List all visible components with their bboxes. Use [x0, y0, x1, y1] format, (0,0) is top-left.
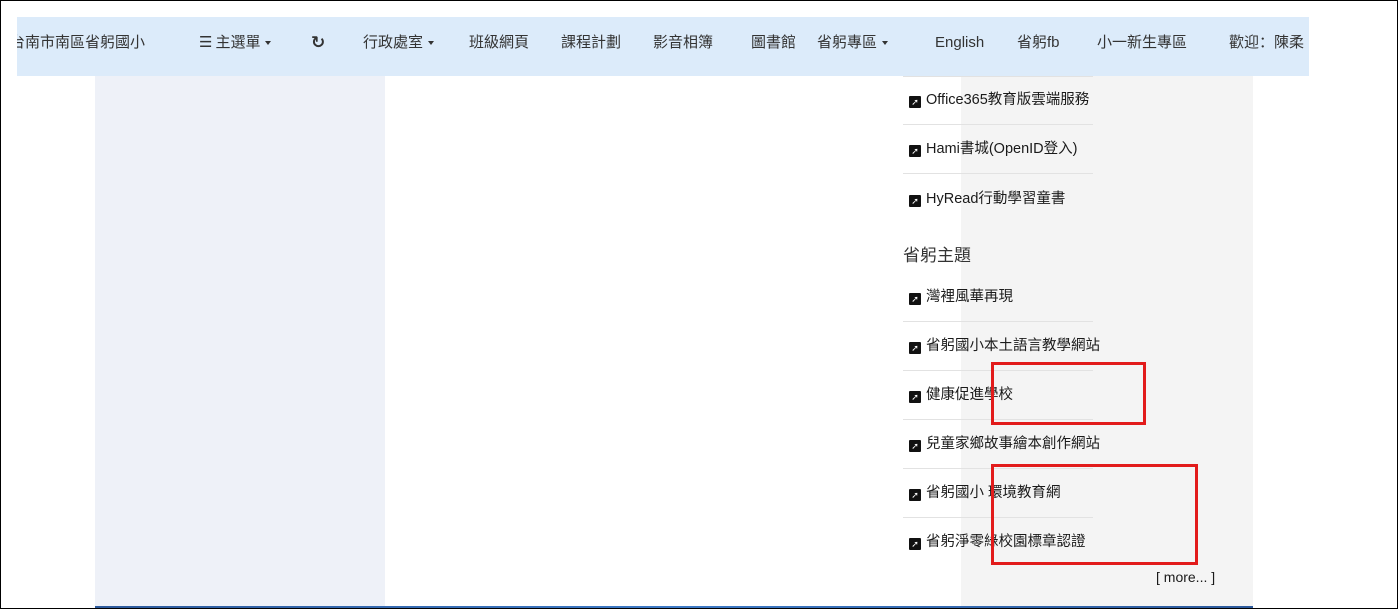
list-icon: ☰: [199, 34, 213, 51]
external-link-icon: ➚: [909, 293, 921, 305]
external-link-icon: ➚: [909, 440, 921, 452]
more-link[interactable]: [ more... ]: [1156, 569, 1215, 585]
link-office365[interactable]: ➚ Office365教育版雲端服務: [909, 88, 1089, 112]
footer-bar: [95, 606, 1253, 608]
section-title: 省躬主題: [903, 246, 971, 265]
link-picture-book[interactable]: ➚ 兒童家鄉故事繪本創作網站: [909, 432, 1100, 456]
link-label: 健康促進學校: [926, 387, 1013, 403]
screenshot-frame: 台南市南區省躬國小 ☰ 主選單 ↻ 行政處室 班級網頁 課程計劃 影音相簿 圖書館…: [0, 0, 1398, 609]
divider: [903, 124, 1093, 125]
refresh-icon[interactable]: ↻: [311, 17, 325, 76]
nav-freshman[interactable]: 小一新生專區: [1097, 17, 1187, 76]
link-label: HyRead行動學習童書: [926, 191, 1066, 207]
link-health-school[interactable]: ➚ 健康促進學校: [909, 383, 1013, 407]
external-link-icon: ➚: [909, 489, 921, 501]
nav-curriculum[interactable]: 課程計劃: [561, 17, 621, 76]
divider: [903, 419, 1093, 420]
link-label: 省躬國小本土語言教學網站: [926, 338, 1100, 354]
main-menu-dropdown[interactable]: ☰ 主選單: [199, 17, 272, 76]
link-label: 灣裡風華再現: [926, 289, 1013, 305]
nav-library[interactable]: 圖書館: [751, 17, 796, 76]
external-link-icon: ➚: [909, 342, 921, 354]
divider: [903, 173, 1093, 174]
link-label: 省躬國小 環境教育網: [926, 485, 1061, 501]
link-net-zero[interactable]: ➚ 省躬淨零綠校園標章認證: [909, 530, 1086, 554]
link-hami-bookstore[interactable]: ➚ Hami書城(OpenID登入): [909, 137, 1077, 161]
divider: [903, 468, 1093, 469]
special-dropdown[interactable]: 省躬專區: [817, 17, 889, 76]
site-name-link[interactable]: 台南市南區省躬國小: [17, 17, 145, 76]
nav-class-pages[interactable]: 班級網頁: [469, 17, 529, 76]
welcome-user[interactable]: 歡迎：陳柔: [1229, 17, 1304, 76]
link-native-language[interactable]: ➚ 省躬國小本土語言教學網站: [909, 334, 1100, 358]
link-label: 兒童家鄉故事繪本創作網站: [926, 436, 1100, 452]
divider: [903, 76, 1093, 77]
link-environment-education[interactable]: ➚ 省躬國小 環境教育網: [909, 481, 1061, 505]
divider: [903, 370, 1093, 371]
chevron-down-icon: [882, 41, 889, 45]
divider: [903, 321, 1093, 322]
link-label: 省躬淨零綠校園標章認證: [926, 534, 1086, 550]
admin-label: 行政處室: [363, 34, 424, 51]
chevron-down-icon: [265, 41, 272, 45]
chevron-down-icon: [428, 41, 435, 45]
external-link-icon: ➚: [909, 145, 921, 157]
special-label: 省躬專區: [817, 34, 878, 51]
link-label: Hami書城(OpenID登入): [926, 141, 1078, 157]
link-wanli[interactable]: ➚ 灣裡風華再現: [909, 285, 1013, 309]
nav-english[interactable]: English: [935, 17, 984, 76]
link-label: Office365教育版雲端服務: [926, 92, 1090, 108]
main-menu-label: 主選單: [215, 34, 261, 51]
nav-album[interactable]: 影音相簿: [653, 17, 713, 76]
external-link-icon: ➚: [909, 96, 921, 108]
external-link-icon: ➚: [909, 195, 921, 207]
link-hyread[interactable]: ➚ HyRead行動學習童書: [909, 187, 1065, 211]
left-column: [95, 76, 385, 606]
external-link-icon: ➚: [909, 538, 921, 550]
divider: [903, 517, 1093, 518]
external-link-icon: ➚: [909, 391, 921, 403]
top-navbar: 台南市南區省躬國小 ☰ 主選單 ↻ 行政處室 班級網頁 課程計劃 影音相簿 圖書館…: [17, 17, 1309, 76]
admin-dropdown[interactable]: 行政處室: [363, 17, 435, 76]
nav-fb[interactable]: 省躬fb: [1017, 17, 1060, 76]
